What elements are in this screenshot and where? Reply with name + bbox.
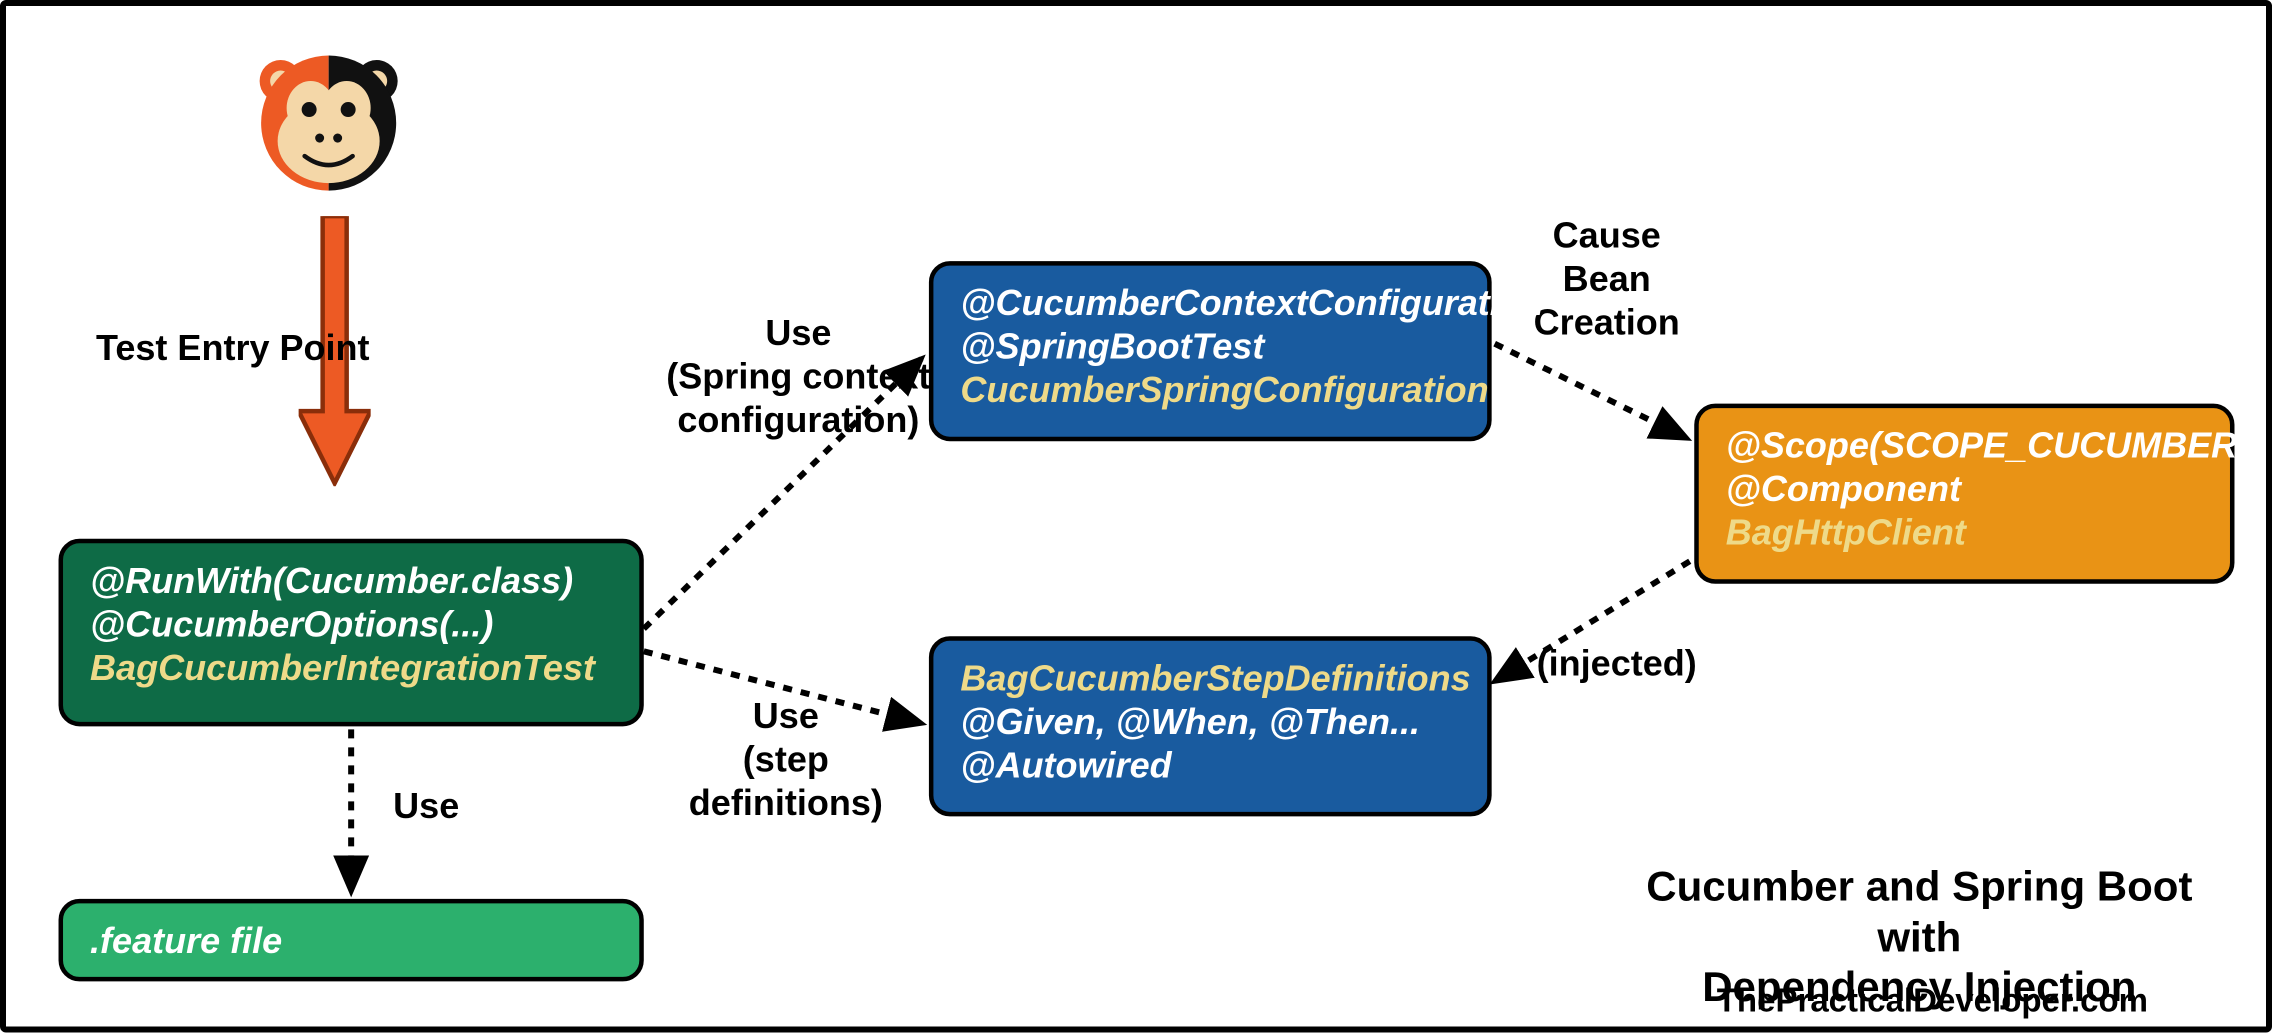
steps-ann2: @Autowired xyxy=(960,745,1460,788)
box-step-definitions: BagCucumberStepDefinitions @Given, @When… xyxy=(929,636,1492,816)
steps-ann1: @Given, @When, @Then... xyxy=(960,702,1460,745)
monkey-logo-icon xyxy=(254,48,404,198)
label-use-feature: Use xyxy=(393,786,459,829)
box-feature-file: .feature file xyxy=(59,899,644,982)
label-use-spring-l2: (Spring context xyxy=(666,357,930,400)
label-use-spring-l3: configuration) xyxy=(666,400,930,443)
integration-ann1: @RunWith(Cucumber.class) xyxy=(90,561,612,604)
diagram-credit: ThePracticalDeveloper.com xyxy=(1717,981,2148,1021)
label-use-spring-l1: Use xyxy=(666,314,930,357)
label-injected: (injected) xyxy=(1537,644,1697,687)
label-use-steps-l2: (step xyxy=(689,740,883,783)
label-cause-l1: Cause xyxy=(1534,216,1680,259)
box-spring-config: @CucumberContextConfiguration @SpringBoo… xyxy=(929,261,1492,441)
steps-class: BagCucumberStepDefinitions xyxy=(960,659,1460,702)
label-use-spring: Use (Spring context configuration) xyxy=(666,314,930,444)
label-use-steps-l3: definitions) xyxy=(689,783,883,826)
diagram-title-l1: Cucumber and Spring Boot with xyxy=(1604,861,2234,962)
label-use-steps: Use (step definitions) xyxy=(689,696,883,826)
box-integration-test: @RunWith(Cucumber.class) @CucumberOption… xyxy=(59,539,644,727)
feature-text: .feature file xyxy=(90,921,612,964)
diagram-frame: Test Entry Point Use (Spring context con… xyxy=(0,0,2272,1032)
box-http-client: @Scope(SCOPE_CUCUMBER_GLUE) @Component B… xyxy=(1694,404,2234,584)
spring-ann1: @CucumberContextConfiguration xyxy=(960,284,1460,327)
label-entry-point: Test Entry Point xyxy=(96,329,369,372)
http-class: BagHttpClient xyxy=(1726,513,2203,556)
label-cause-l3: Creation xyxy=(1534,303,1680,346)
label-cause-bean: Cause Bean Creation xyxy=(1534,216,1680,346)
spring-ann2: @SpringBootTest xyxy=(960,327,1460,370)
label-use-steps-l1: Use xyxy=(689,696,883,739)
label-cause-l2: Bean xyxy=(1534,259,1680,302)
integration-ann2: @CucumberOptions(...) xyxy=(90,604,612,647)
http-ann2: @Component xyxy=(1726,469,2203,512)
spring-class: CucumberSpringConfiguration xyxy=(960,370,1460,413)
http-ann1: @Scope(SCOPE_CUCUMBER_GLUE) xyxy=(1726,426,2203,469)
integration-class: BagCucumberIntegrationTest xyxy=(90,648,612,691)
